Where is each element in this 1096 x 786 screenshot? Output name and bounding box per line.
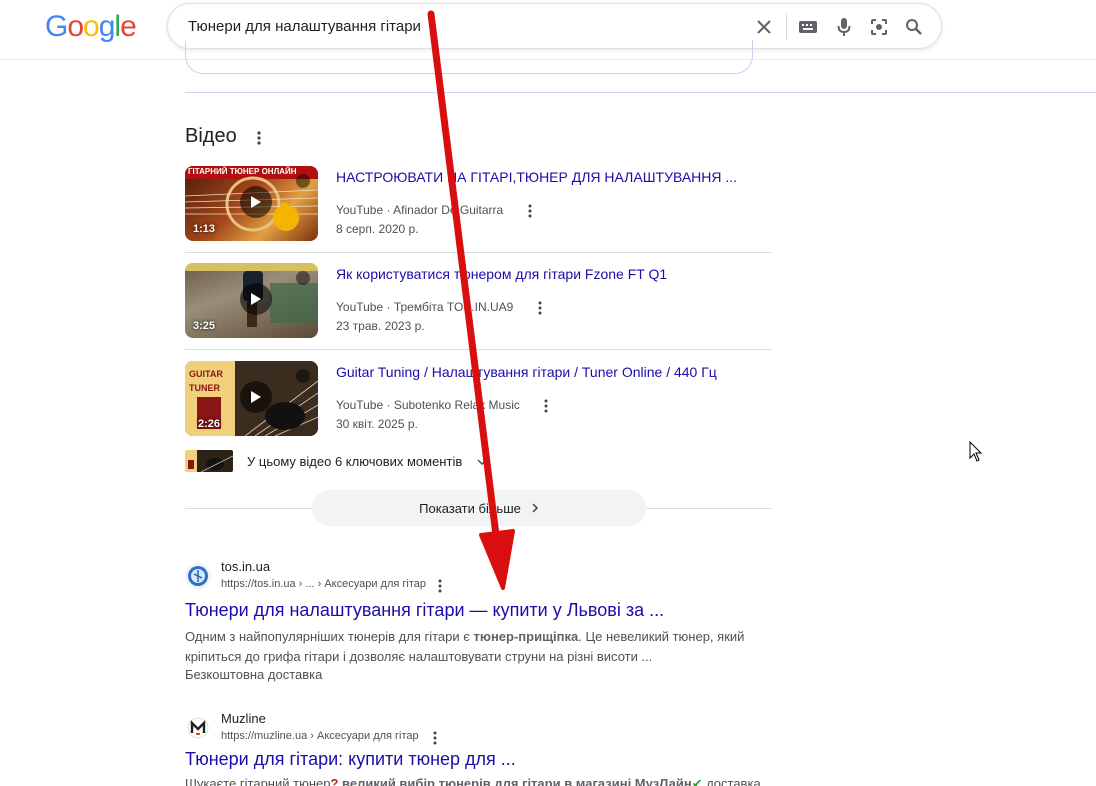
key-moments-label[interactable]: У цьому відео 6 ключових моментів xyxy=(247,454,462,469)
clear-icon[interactable] xyxy=(753,16,775,38)
search-result: tos.in.ua https://tos.in.ua › ... › Аксе… xyxy=(185,559,885,689)
video-source: YouTube · Afinador De Guitarra xyxy=(336,203,504,217)
play-icon[interactable] xyxy=(240,186,272,218)
thumbnail-caption: GUITAR TUNER xyxy=(189,369,223,393)
key-moment-thumbnail xyxy=(185,450,233,472)
show-more-label: Показати більше xyxy=(419,500,521,516)
snippet-text: доставка xyxy=(702,776,761,786)
video-duration: 3:25 xyxy=(193,320,216,332)
search-icon[interactable] xyxy=(903,16,925,38)
snippet-highlight: великий вибір тюнерів для гітари в магаз… xyxy=(338,776,692,786)
search-input[interactable]: Тюнери для налаштування гітари xyxy=(188,18,421,35)
more-options-icon[interactable] xyxy=(251,129,267,147)
keyboard-icon[interactable] xyxy=(797,16,819,38)
video-thumbnail[interactable]: GUITAR TUNER 2:26 xyxy=(185,361,318,436)
video-divider xyxy=(185,252,772,253)
video-result[interactable]: GUITAR TUNER 2:26 Guitar Tuning / Налашт… xyxy=(185,361,772,447)
video-date: 23 трав. 2023 р. xyxy=(336,319,425,333)
video-title[interactable]: Guitar Tuning / Налаштування гітари / Tu… xyxy=(336,364,717,380)
logo-letter: G xyxy=(45,10,68,43)
more-options-icon[interactable] xyxy=(541,398,551,414)
snippet-text: Одним з найпопулярніших тюнерів для гіта… xyxy=(185,629,474,644)
video-date: 8 серп. 2020 р. xyxy=(336,222,419,236)
result-snippet: Одним з найпопулярніших тюнерів для гіта… xyxy=(185,627,745,667)
chevron-down-icon[interactable] xyxy=(477,459,487,465)
logo-letter: o xyxy=(83,10,100,43)
play-icon[interactable] xyxy=(240,381,272,413)
previous-section-card xyxy=(185,40,753,74)
more-options-icon[interactable] xyxy=(525,203,535,219)
play-icon[interactable] xyxy=(240,283,272,315)
microphone-icon[interactable] xyxy=(833,16,855,38)
chevron-right-icon xyxy=(532,503,538,513)
video-date: 30 квіт. 2025 р. xyxy=(336,417,418,431)
more-options-icon[interactable] xyxy=(430,730,440,746)
mouse-cursor-icon xyxy=(969,441,983,462)
video-title[interactable]: Як користуватися тюнером для гітари Fzon… xyxy=(336,266,667,282)
more-options-icon[interactable] xyxy=(435,578,445,594)
video-source: YouTube · Трембіта TOS.IN.UA9 xyxy=(336,300,514,314)
video-duration: 1:13 xyxy=(193,223,216,235)
check-emoji-icon: ✔ xyxy=(691,776,703,786)
video-thumbnail[interactable]: ГІТАРНИЙ ТЮНЕР ОНЛАЙН 1:13 xyxy=(185,166,318,241)
search-box-divider xyxy=(786,14,787,40)
video-result[interactable]: ГІТАРНИЙ ТЮНЕР ОНЛАЙН 1:13 НАСТРОЮВАТИ Н… xyxy=(185,166,772,252)
videos-heading: Відео xyxy=(185,125,237,147)
result-site-name[interactable]: tos.in.ua xyxy=(221,559,270,574)
result-url[interactable]: https://tos.in.ua › ... › Аксесуари для … xyxy=(221,578,426,590)
result-title-link[interactable]: Тюнери для гітари: купити тюнер для ... xyxy=(185,749,516,770)
video-result[interactable]: 3:25 Як користуватися тюнером для гітари… xyxy=(185,263,772,349)
logo-letter: g xyxy=(98,10,116,43)
camera-lens-icon[interactable] xyxy=(868,16,890,38)
key-moments-toggle[interactable]: У цьому відео 6 ключових моментів xyxy=(185,450,585,472)
video-thumbnail[interactable]: 3:25 xyxy=(185,263,318,338)
video-duration: 2:26 xyxy=(198,418,221,430)
show-more-button[interactable]: Показати більше xyxy=(312,490,646,526)
search-result: Muzline https://muzline.ua › Аксесуари д… xyxy=(185,711,885,786)
snippet-text: Шукаєте гітарний тюнер xyxy=(185,776,331,786)
video-title[interactable]: НАСТРОЮВАТИ НА ГІТАРІ,ТЮНЕР ДЛЯ НАЛАШТУВ… xyxy=(336,169,737,185)
logo-letter: o xyxy=(67,10,84,43)
thumbnail-caption: ГІТАРНИЙ ТЮНЕР ОНЛАЙН xyxy=(188,167,297,176)
site-favicon[interactable] xyxy=(185,715,211,741)
video-divider xyxy=(185,349,772,350)
snippet-highlight: тюнер-прищіпка xyxy=(473,629,579,644)
expand-icon[interactable] xyxy=(296,174,310,188)
result-url[interactable]: https://muzline.ua › Аксесуари для гітар xyxy=(221,730,419,742)
section-divider xyxy=(185,92,1096,93)
video-source: YouTube · Subotenko Relax Music xyxy=(336,398,520,412)
expand-icon[interactable] xyxy=(296,369,310,383)
logo-letter: e xyxy=(120,10,137,43)
result-site-name[interactable]: Muzline xyxy=(221,711,266,726)
google-logo[interactable]: Google xyxy=(45,10,137,44)
result-free-delivery: Безкоштовна доставка xyxy=(185,667,323,682)
expand-icon[interactable] xyxy=(296,271,310,285)
site-favicon[interactable] xyxy=(185,563,211,589)
more-options-icon[interactable] xyxy=(535,300,545,316)
result-title-link[interactable]: Тюнери для налаштування гітари — купити … xyxy=(185,600,664,621)
result-snippet: Шукаєте гітарний тюнер? великий вибір тю… xyxy=(185,774,761,786)
